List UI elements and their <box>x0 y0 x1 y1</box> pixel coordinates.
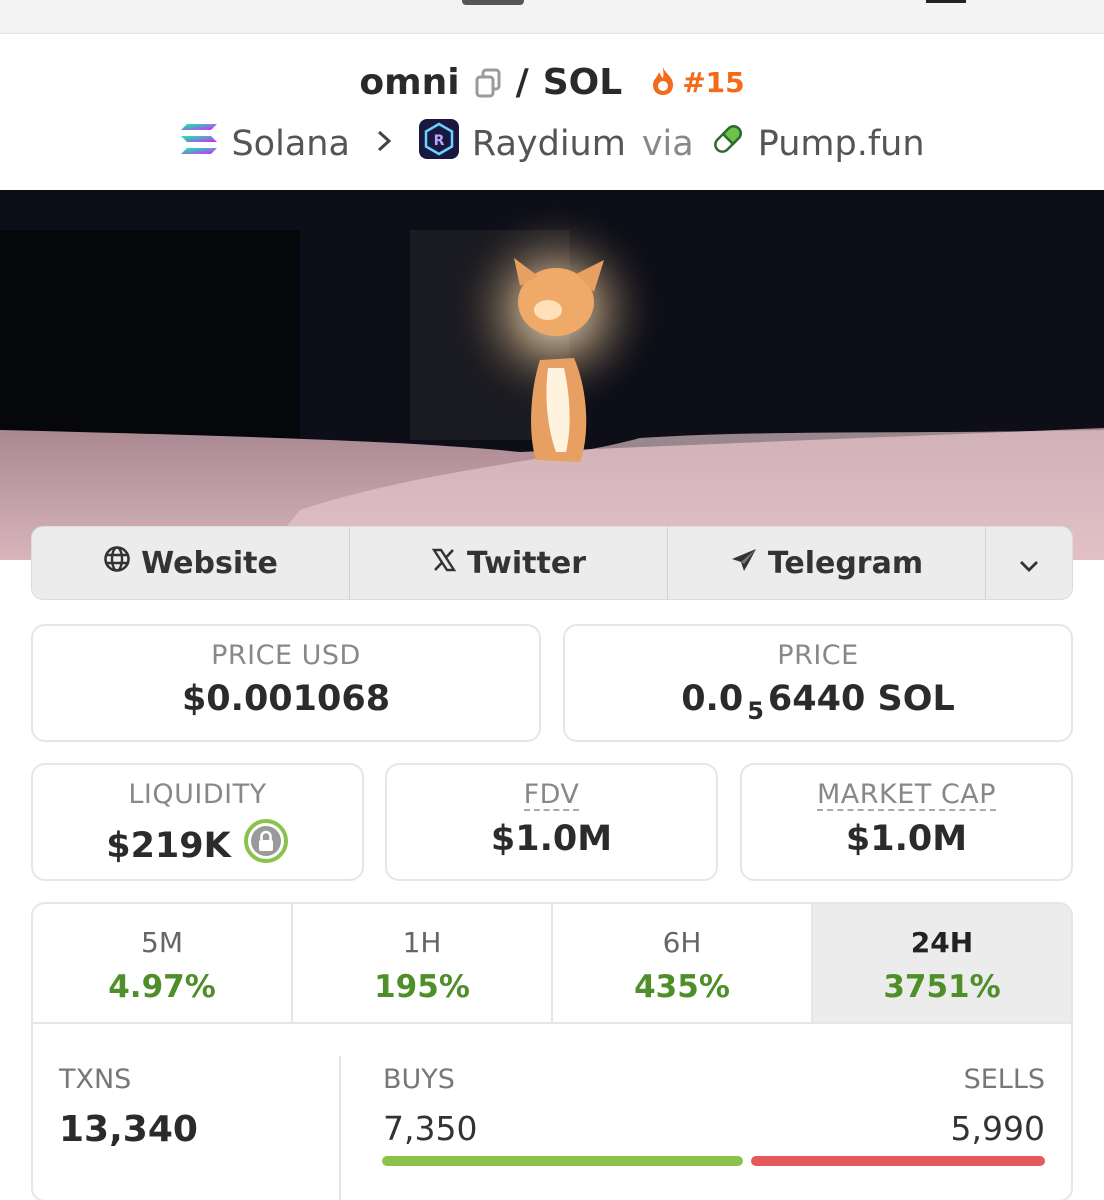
sells-value: 5,990 <box>950 1109 1045 1148</box>
price-sol-zero-count: 5 <box>747 697 764 725</box>
launchpad-name[interactable]: Pump.fun <box>758 124 925 164</box>
paper-plane-icon <box>730 546 758 581</box>
liquidity-value: $219K <box>106 825 231 866</box>
title-row: omni / SOL #15 <box>0 62 1104 103</box>
trending-badge[interactable]: #15 <box>650 65 745 101</box>
price-sol-suffix: 6440 SOL <box>767 679 955 719</box>
tab-1h-label: 1H <box>402 926 442 959</box>
telegram-label: Telegram <box>767 545 924 581</box>
tab-1h[interactable]: 1H 195% <box>293 904 553 1022</box>
quote-symbol: SOL <box>542 62 623 103</box>
chain-name[interactable]: Solana <box>231 124 349 164</box>
tab-5m-change: 4.97% <box>108 969 216 1005</box>
price-usd-value: $0.001068 <box>181 679 391 719</box>
sells-label: SELLS <box>963 1064 1045 1095</box>
market-cap-value: $1.0M <box>845 819 968 860</box>
sells-ratio-bar <box>751 1156 1045 1166</box>
txns-value: 13,340 <box>59 1109 198 1150</box>
svg-text:R: R <box>434 133 445 149</box>
solana-logo-icon <box>179 122 219 165</box>
website-button[interactable]: Website <box>32 527 350 599</box>
liquidity-label: LIQUIDITY <box>128 779 267 810</box>
tab-24h-label: 24H <box>910 926 974 959</box>
chevron-down-icon <box>1018 546 1040 581</box>
token-symbol: omni <box>359 62 460 103</box>
globe-icon <box>103 545 131 581</box>
transactions-row: TXNS 13,340 BUYS 7,350 SELLS 5,990 <box>33 1024 1071 1200</box>
twitter-label: Twitter <box>467 545 586 581</box>
raydium-logo-icon: R <box>418 118 460 169</box>
tab-6h-label: 6H <box>662 926 702 959</box>
sells-stat: SELLS 5,990 <box>951 1064 1045 1148</box>
price-sol-label: PRICE <box>777 640 859 671</box>
price-sol-value: 0.0 5 6440 SOL <box>565 679 1071 725</box>
social-links-bar: Website Twitter Telegram <box>31 526 1073 600</box>
top-bar-indicator <box>462 0 524 5</box>
buys-label: BUYS <box>383 1064 455 1095</box>
liquidity-value-row: $219K <box>33 818 362 873</box>
buys-ratio-bar <box>382 1156 743 1166</box>
buys-stat: BUYS 7,350 <box>383 1064 477 1148</box>
chevron-right-icon <box>376 127 392 160</box>
fdv-label[interactable]: FDV <box>523 780 580 812</box>
fdv-value: $1.0M <box>490 819 613 860</box>
price-sol-card: PRICE 0.0 5 6440 SOL <box>563 624 1073 742</box>
top-bar <box>0 0 1104 34</box>
breadcrumb: Solana R Raydium via Pump.fun <box>0 118 1104 169</box>
tab-6h[interactable]: 6H 435% <box>553 904 813 1022</box>
txns-label: TXNS <box>59 1064 132 1095</box>
dex-name[interactable]: Raydium <box>472 124 626 164</box>
tab-1h-change: 195% <box>374 969 470 1005</box>
website-label: Website <box>141 545 278 581</box>
price-usd-card: PRICE USD $0.001068 <box>31 624 541 742</box>
market-cap-label[interactable]: MARKET CAP <box>817 780 996 812</box>
top-bar-indicator-right <box>926 0 966 3</box>
telegram-button[interactable]: Telegram <box>668 527 986 599</box>
flame-icon <box>650 65 676 101</box>
price-usd-label: PRICE USD <box>211 640 361 671</box>
tab-5m-label: 5M <box>141 926 183 959</box>
tab-6h-change: 435% <box>634 969 730 1005</box>
buys-value: 7,350 <box>383 1109 478 1148</box>
divider <box>339 1056 341 1200</box>
pair-header: omni / SOL #15 Solana R Raydium via Pump… <box>0 34 1104 190</box>
tab-24h[interactable]: 24H 3751% <box>813 904 1071 1022</box>
copy-icon[interactable] <box>474 68 502 98</box>
via-label: via <box>641 123 694 164</box>
pill-icon <box>710 121 746 166</box>
twitter-button[interactable]: Twitter <box>350 527 668 599</box>
txns-stat: TXNS 13,340 <box>59 1064 198 1150</box>
token-banner-image <box>0 190 1104 560</box>
fdv-card: FDV $1.0M <box>385 763 718 881</box>
market-cap-card: MARKET CAP $1.0M <box>740 763 1073 881</box>
more-links-dropdown[interactable] <box>986 527 1072 599</box>
lock-icon[interactable] <box>243 818 289 873</box>
price-sol-prefix: 0.0 <box>681 679 744 719</box>
liquidity-card: LIQUIDITY $219K <box>31 763 364 881</box>
tab-5m[interactable]: 5M 4.97% <box>33 904 293 1022</box>
trending-rank: #15 <box>682 66 745 99</box>
pair-separator: / <box>515 62 529 103</box>
timeframe-tabs: 5M 4.97% 1H 195% 6H 435% 24H 3751% <box>33 904 1071 1024</box>
tab-24h-change: 3751% <box>883 969 1001 1005</box>
x-logo-icon <box>431 546 457 581</box>
